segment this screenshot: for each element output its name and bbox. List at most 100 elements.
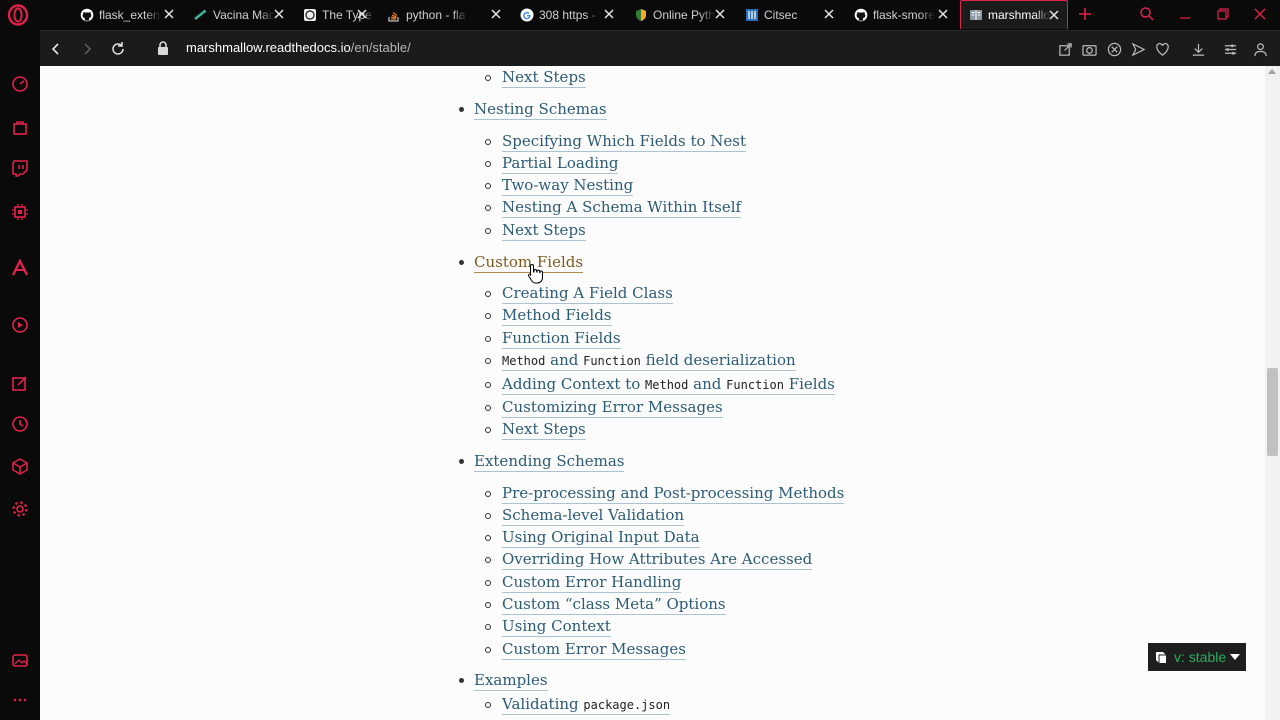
toc-subsection-link[interactable]: Pre-processing and Post-processing Metho… <box>502 483 845 504</box>
camera-snapshot-icon[interactable] <box>1080 40 1098 58</box>
toc-subsection-link[interactable]: Creating A Field Class <box>502 283 673 304</box>
toc-subsection-link[interactable]: Method and Function field deserializatio… <box>502 350 796 371</box>
toc-link-text[interactable]: Method and Function field deserializatio… <box>502 351 796 371</box>
opera-logo-icon[interactable] <box>7 4 29 26</box>
browser-tab[interactable]: marshmallow <box>960 0 1068 29</box>
browser-tab[interactable]: Vacina Mac <box>186 0 292 29</box>
toc-subsection-link[interactable]: Using Context <box>502 616 611 637</box>
tab-close-icon[interactable] <box>1047 8 1061 22</box>
bookmark-heart-icon[interactable] <box>1153 40 1171 58</box>
version-selector[interactable]: v: stable <box>1148 643 1246 671</box>
send-flow-icon[interactable] <box>1129 40 1147 58</box>
tab-close-icon[interactable] <box>713 7 727 21</box>
toc-link-text[interactable]: Creating A Field Class <box>502 284 673 304</box>
toc-subsection-link[interactable]: Schema-level Validation <box>502 505 685 526</box>
browser-tab[interactable]: flask_extend <box>72 0 182 29</box>
toc-subsection-link[interactable]: Method Fields <box>502 305 612 326</box>
restore-window-icon[interactable] <box>1215 6 1231 22</box>
toc-link-text[interactable]: Schema-level Validation <box>502 506 685 526</box>
toc-link-text[interactable]: Two-way Nesting <box>502 176 634 196</box>
toc-link-text[interactable]: Custom “class Meta” Options <box>502 595 726 615</box>
toc-link-text[interactable]: Using Context <box>502 617 611 637</box>
toc-subsection-link[interactable]: Specifying Which Fields to Nest <box>502 131 747 152</box>
lock-icon[interactable] <box>156 40 170 56</box>
toc-section-link[interactable]: Nesting Schemas <box>474 99 607 120</box>
tab-close-icon[interactable] <box>822 7 836 21</box>
toc-subsection-link[interactable]: Next Steps <box>502 419 586 440</box>
toc-link-text[interactable]: Custom Error Handling <box>502 573 682 593</box>
tab-close-icon[interactable] <box>272 7 286 21</box>
extensions-cube-icon[interactable] <box>10 456 30 476</box>
toc-link-text[interactable]: Nesting A Schema Within Itself <box>502 198 742 218</box>
tab-close-icon[interactable] <box>355 7 369 21</box>
adblock-icon[interactable] <box>1105 40 1123 58</box>
url-field[interactable]: marshmallow.readthedocs.io/en/stable/ <box>186 40 411 55</box>
history-clock-icon[interactable] <box>10 414 30 434</box>
reload-icon[interactable] <box>109 40 127 58</box>
browser-tab[interactable]: Citsec <box>737 0 842 29</box>
browser-tab[interactable]: python - fla <box>379 0 509 29</box>
toc-link-text[interactable]: Custom Error Messages <box>502 640 686 660</box>
toc-link-text[interactable]: Pre-processing and Post-processing Metho… <box>502 484 845 504</box>
toc-link-text[interactable]: Nesting Schemas <box>474 100 607 120</box>
toc-subsection-link[interactable]: Adding Context to Method and Function Fi… <box>502 374 835 395</box>
toc-link-text[interactable]: Adding Context to Method and Function Fi… <box>502 375 835 395</box>
toc-section-link[interactable]: Examples <box>474 670 548 691</box>
toc-subsection-link[interactable]: Using Original Input Data <box>502 527 700 548</box>
toc-subsection-link[interactable]: Two-way Nesting <box>502 175 634 196</box>
toc-subsection-link[interactable]: Custom Error Messages <box>502 639 686 660</box>
toc-link-text[interactable]: Next Steps <box>502 68 586 88</box>
tab-close-icon[interactable] <box>602 7 616 21</box>
share-icon[interactable] <box>1056 40 1074 58</box>
cpu-chip-icon[interactable] <box>10 202 30 222</box>
toc-subsection-link[interactable]: Custom “class Meta” Options <box>502 594 726 615</box>
back-arrow-icon[interactable] <box>47 40 65 58</box>
browser-tab[interactable]: flask-smore <box>846 0 956 29</box>
search-tabs-icon[interactable] <box>1139 6 1155 22</box>
tab-close-icon[interactable] <box>162 7 176 21</box>
toc-subsection-link[interactable]: Next Steps <box>502 220 586 241</box>
close-window-icon[interactable] <box>1252 6 1268 22</box>
toc-link-text[interactable]: Overriding How Attributes Are Accessed <box>502 550 813 570</box>
page-scrollbar[interactable] <box>1265 66 1280 720</box>
snapshot-icon[interactable] <box>10 650 30 670</box>
toc-link-text[interactable]: Extending Schemas <box>474 452 625 472</box>
toc-link-text[interactable]: Validating package.json <box>502 695 671 715</box>
toc-subsection-link[interactable]: Nesting A Schema Within Itself <box>502 197 742 218</box>
forward-arrow-icon[interactable] <box>78 40 96 58</box>
toc-subsection-link[interactable]: Function Fields <box>502 328 621 349</box>
browser-tab[interactable]: 308 https - G <box>512 0 622 29</box>
easy-setup-icon[interactable] <box>1221 40 1239 58</box>
toc-link-text[interactable]: Next Steps <box>502 420 586 440</box>
toc-section-link[interactable]: Extending Schemas <box>474 451 625 472</box>
toc-link-text[interactable]: Using Original Input Data <box>502 528 700 548</box>
aria-ai-icon[interactable] <box>10 258 30 278</box>
tab-close-icon[interactable] <box>489 7 503 21</box>
new-tab-plus-icon[interactable] <box>1076 5 1094 23</box>
toc-subsection-link[interactable]: Partial Loading <box>502 153 619 174</box>
more-options-icon[interactable] <box>10 690 30 710</box>
toc-link-text[interactable]: Specifying Which Fields to Nest <box>502 132 747 152</box>
profile-icon[interactable] <box>1251 40 1269 58</box>
speed-dial-icon[interactable] <box>10 74 30 94</box>
toc-link-text[interactable]: Customizing Error Messages <box>502 398 723 418</box>
toc-link-text[interactable]: Method Fields <box>502 306 612 326</box>
browser-tab[interactable]: The Type Hi <box>295 0 375 29</box>
toc-link-text[interactable]: Next Steps <box>502 221 586 241</box>
toc-subsection-link[interactable]: Custom Error Handling <box>502 572 682 593</box>
twitch-icon[interactable] <box>10 158 30 178</box>
minimize-icon[interactable] <box>1177 6 1193 22</box>
settings-gear-icon[interactable] <box>10 499 30 519</box>
scrollbar-thumb[interactable] <box>1267 368 1278 456</box>
toc-subsection-link[interactable]: Validating package.json <box>502 694 671 715</box>
toc-subsection-link[interactable]: Customizing Error Messages <box>502 397 723 418</box>
toc-subsection-link[interactable]: Overriding How Attributes Are Accessed <box>502 549 813 570</box>
download-icon[interactable] <box>1189 40 1207 58</box>
scroll-up-arrow-icon[interactable] <box>1268 69 1276 74</box>
pinboard-icon[interactable] <box>10 373 30 393</box>
toc-link-text[interactable]: Partial Loading <box>502 154 619 174</box>
toc-link-text[interactable]: Function Fields <box>502 329 621 349</box>
tab-close-icon[interactable] <box>936 7 950 21</box>
player-icon[interactable] <box>10 315 30 335</box>
shopping-bag-icon[interactable] <box>10 117 30 137</box>
